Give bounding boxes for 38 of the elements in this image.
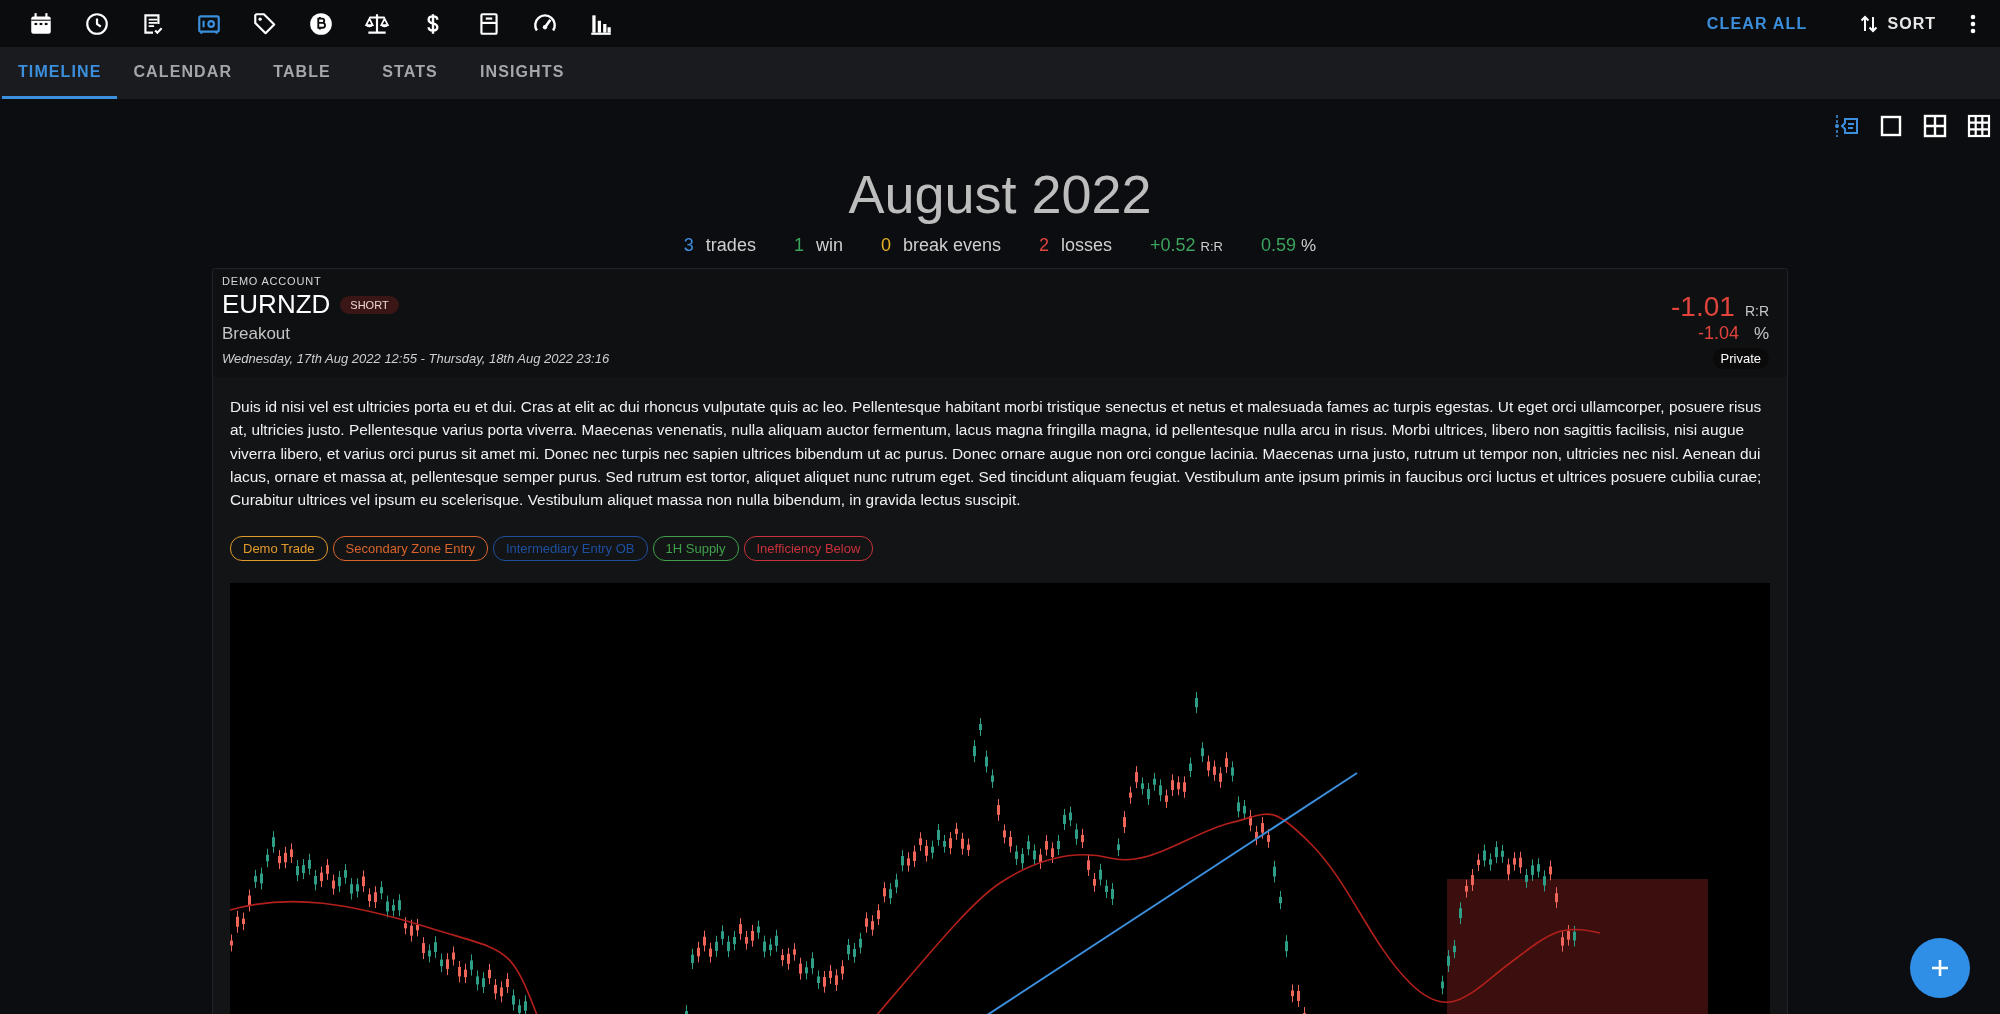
tag-chip: Demo Trade (230, 536, 328, 562)
clear-all-button[interactable]: CLEAR ALL (1696, 8, 1818, 39)
account-label: DEMO ACCOUNT (222, 275, 323, 287)
stat-value: 0 (880, 235, 891, 256)
stat-value: 0.59 (1261, 235, 1297, 256)
stat-label: R:R (1200, 239, 1223, 254)
tag-chip: Intermediary Entry OB (492, 536, 648, 562)
rr-value: -1.01 (1671, 291, 1735, 323)
trade-notes: Duis id nisi vel est ultricies porta eu et dui. Cras at elit ac dui rhoncus vulputate quis ac leo. Pellentesque habitant morbi tristique senectus et netus et malesuada fames ac turpis egestas. Ut eget orci ullamcorper, posuere risus at, ultricies justo. Pellentesque varius porta viverra. Maecenas venenatis, nulla aliquam auctor fermentum, lacus magna fringilla magna, id pellentesque nulla arcu in risus. Morbi ultrices, libero non sagittis facilisis, nisi augue viverra libero, et varius orci purus sit amet mi. Donec nec turpis nec sapien ultrices bibendum ut ac purus. Donec ornare augue non orci congue lacinia. Maecenas urna justo, rutrum ut tempor non, ultricies nec nisl. Aenean dui lacus, ornare et massa at, pellentesque semper purus. Sed rutrum est tortor, aliquet aliquet nunc rutrum eget. Sed tincidunt aliquam feugiat. Vestibulum ante ipsum primis in faucibus orci luctus et ultrices posuere cubilia curae; Curabitur ultrices vel ipsum eu scelerisque. Vestibulum aliquet massa non nulla bibendum, in gravida lectus suscipit. (229, 397, 1763, 511)
percent-value: -1.04 (1697, 323, 1739, 344)
sort-arrows-icon (1859, 13, 1878, 34)
tab[interactable]: INSIGHTS (464, 47, 581, 99)
stat-value: 3 (683, 235, 694, 256)
stat-value: 1 (793, 235, 804, 256)
setup-name: Breakout (222, 324, 292, 344)
stat-label: trades (705, 235, 756, 256)
visibility-chip: Private (1712, 348, 1769, 369)
tag-chip: Secondary Zone Entry (332, 536, 488, 562)
add-button[interactable] (1910, 938, 1970, 998)
tab[interactable]: TABLE (248, 47, 357, 99)
percent-unit: % (1752, 324, 1769, 344)
tag-chip: 1H Supply (652, 536, 739, 562)
stat-value: +0.52 (1150, 235, 1196, 256)
trade-dates: Wednesday, 17th Aug 2022 12:55 - Thursday, 18th Aug 2022 23:16 (222, 351, 610, 366)
month-title: August 2022 (847, 163, 1153, 225)
stat-value: 2 (1039, 235, 1049, 256)
direction-badge: SHORT (340, 295, 399, 314)
sort-button[interactable]: SORT (1851, 7, 1944, 40)
stat-label: win (815, 235, 843, 256)
symbol: EURNZD (222, 289, 331, 320)
tab[interactable]: STATS (356, 47, 465, 99)
tab[interactable]: TIMELINE (2, 47, 118, 99)
stat-label: break evens (902, 235, 1001, 256)
stat-label: % (1301, 236, 1317, 256)
tag-chip: Inefficiency Below (743, 536, 874, 562)
stat-label: losses (1061, 235, 1113, 256)
rr-unit: R:R (1744, 303, 1769, 319)
tab[interactable]: CALENDAR (117, 47, 249, 99)
